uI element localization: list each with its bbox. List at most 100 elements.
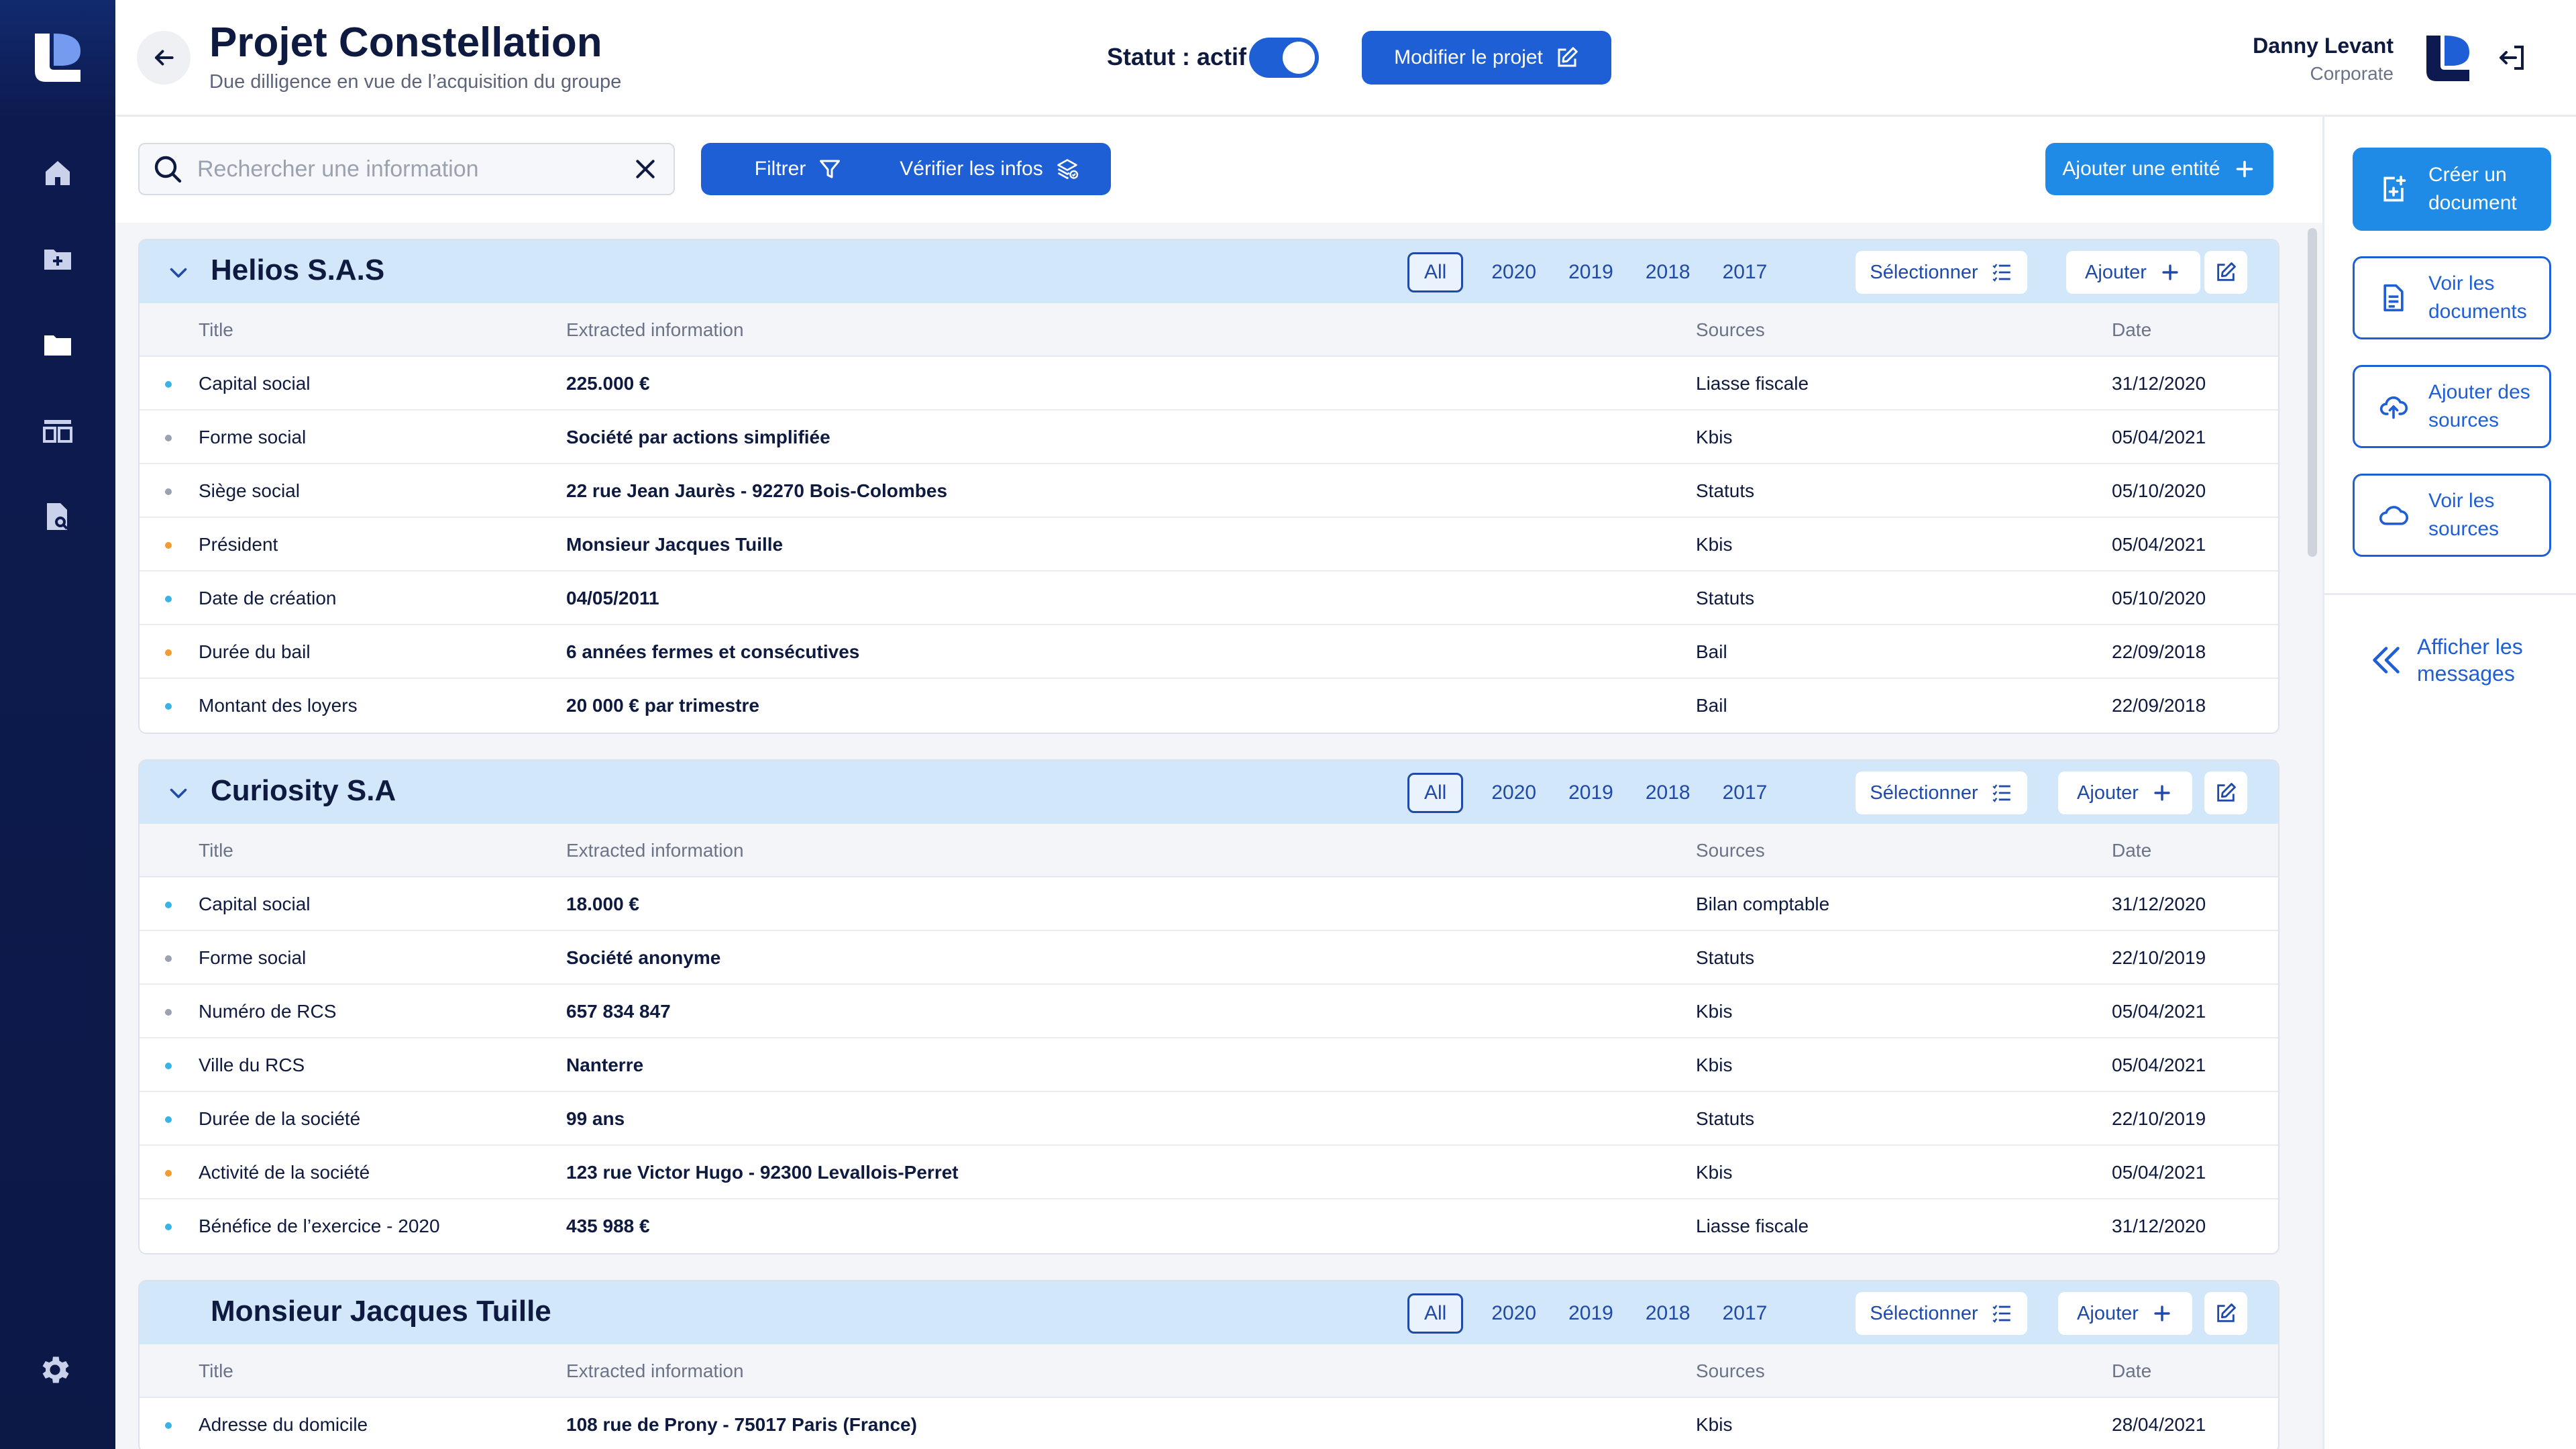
year-tab[interactable]: All (1407, 773, 1464, 813)
edit-project-button[interactable]: Modifier le projet (1362, 31, 1611, 85)
table-row[interactable]: Forme social Société par actions simplif… (140, 411, 2278, 464)
view-sources-label: Voir les sources (2428, 490, 2500, 540)
row-date: 31/12/2020 (2112, 373, 2206, 394)
table-row[interactable]: Capital social 225.000 € Liasse fiscale … (140, 357, 2278, 411)
status-dot (165, 703, 172, 710)
create-document-button[interactable]: Créer un document (2353, 148, 2551, 231)
row-source: Statuts (1696, 480, 1755, 501)
row-source: Kbis (1696, 1055, 1733, 1075)
select-button[interactable]: Sélectionner (1856, 251, 2027, 294)
select-button[interactable]: Sélectionner (1856, 1292, 2027, 1335)
year-tab[interactable]: 2019 (1552, 1293, 1629, 1334)
close-icon[interactable] (632, 156, 659, 182)
year-tab[interactable]: All (1407, 1293, 1464, 1334)
add-label: Ajouter (2077, 1302, 2139, 1324)
main-content[interactable]: Helios S.A.S All 2020 2019 2018 2017 Sélecti… (115, 223, 2322, 1449)
select-button[interactable]: Sélectionner (1856, 771, 2027, 814)
layers-check-icon (1057, 159, 1078, 180)
edit-entity-button[interactable] (2204, 1292, 2247, 1335)
entity-section: Monsieur Jacques Tuille All 2020 2019 2018 2… (138, 1280, 2279, 1449)
plus-icon (2154, 1305, 2170, 1322)
add-entity-button[interactable]: Ajouter une entité (2045, 143, 2273, 195)
filter-button[interactable]: Filtrer (701, 143, 896, 195)
back-button[interactable] (137, 31, 191, 85)
add-button[interactable]: Ajouter (2058, 1292, 2192, 1335)
table-row[interactable]: Forme social Société anonyme Statuts 22/… (140, 931, 2278, 985)
status-dot (165, 381, 172, 388)
year-tab[interactable]: 2019 (1552, 252, 1629, 292)
create-document-label: Créer un document (2428, 164, 2517, 214)
add-sources-button[interactable]: Ajouter des sources (2353, 365, 2551, 448)
home-icon[interactable] (38, 153, 78, 193)
settings-icon[interactable] (38, 1352, 78, 1393)
status-dot (165, 955, 172, 962)
add-label: Ajouter (2085, 261, 2147, 283)
row-info: 123 rue Victor Hugo - 92300 Levallois-Pe… (566, 1162, 959, 1183)
row-title: Forme social (199, 427, 307, 447)
cloud-icon (2379, 506, 2408, 525)
document-search-icon[interactable] (38, 496, 78, 537)
year-tab[interactable]: 2017 (1707, 1293, 1784, 1334)
column-header-sources: Sources (1696, 840, 1765, 861)
chevron-down-icon[interactable] (166, 260, 191, 284)
year-tab[interactable]: All (1407, 252, 1464, 292)
table-row[interactable]: Président Monsieur Jacques Tuille Kbis 0… (140, 518, 2278, 572)
status-toggle[interactable] (1249, 38, 1319, 78)
document-icon (2383, 284, 2404, 312)
logout-icon (2500, 46, 2524, 70)
edit-entity-button[interactable] (2204, 251, 2247, 294)
verify-info-button[interactable]: Vérifier les infos (868, 143, 1111, 195)
folder-icon[interactable] (38, 325, 78, 365)
column-header-sources: Sources (1696, 319, 1765, 340)
row-title: Durée de la société (199, 1108, 361, 1129)
column-header-sources: Sources (1696, 1360, 1765, 1381)
row-info: Société par actions simplifiée (566, 427, 830, 447)
row-source: Bail (1696, 641, 1727, 662)
table-row[interactable]: Date de création 04/05/2011 Statuts 05/1… (140, 572, 2278, 625)
table-row[interactable]: Capital social 18.000 € Bilan comptable … (140, 877, 2278, 931)
table-row[interactable]: Montant des loyers 20 000 € par trimestr… (140, 679, 2278, 733)
search-input[interactable] (197, 156, 632, 182)
year-tab[interactable]: 2018 (1629, 252, 1707, 292)
layout-icon[interactable] (38, 411, 78, 451)
year-tab[interactable]: 2017 (1707, 252, 1784, 292)
add-button[interactable]: Ajouter (2058, 771, 2192, 814)
table-row[interactable]: Activité de la société 123 rue Victor Hu… (140, 1146, 2278, 1199)
row-date: 28/04/2021 (2112, 1414, 2206, 1435)
table-row[interactable]: Bénéfice de l’exercice - 2020 435 988 € … (140, 1199, 2278, 1253)
add-button[interactable]: Ajouter (2066, 251, 2200, 294)
year-tab[interactable]: 2020 (1475, 1293, 1552, 1334)
table-row[interactable]: Siège social 22 rue Jean Jaurès - 92270 … (140, 464, 2278, 518)
view-sources-button[interactable]: Voir les sources (2353, 474, 2551, 557)
chevron-down-icon[interactable] (166, 781, 191, 805)
year-tab[interactable]: 2019 (1552, 773, 1629, 813)
logout-button[interactable] (2493, 39, 2530, 76)
year-tab[interactable]: 2020 (1475, 773, 1552, 813)
table-row[interactable]: Durée du bail 6 années fermes et consécu… (140, 625, 2278, 679)
row-title: Durée du bail (199, 641, 311, 662)
year-tab[interactable]: 2018 (1629, 1293, 1707, 1334)
app-logo[interactable] (32, 31, 83, 85)
scrollbar[interactable] (2308, 228, 2317, 557)
status-dot (165, 649, 172, 656)
row-title: Date de création (199, 588, 337, 608)
row-info: 99 ans (566, 1108, 625, 1129)
plus-icon (2154, 785, 2170, 801)
edit-entity-button[interactable] (2204, 771, 2247, 814)
table-row[interactable]: Ville du RCS Nanterre Kbis 05/04/2021 (140, 1038, 2278, 1092)
view-documents-button[interactable]: Voir les documents (2353, 256, 2551, 339)
row-info: 20 000 € par trimestre (566, 695, 759, 716)
row-title: Numéro de RCS (199, 1001, 337, 1022)
company-logo (2426, 36, 2469, 81)
table-row[interactable]: Adresse du domicile 108 rue de Prony - 7… (140, 1398, 2278, 1449)
folder-add-icon[interactable] (38, 239, 78, 279)
year-tab[interactable]: 2018 (1629, 773, 1707, 813)
chevron-double-left-icon (2373, 647, 2400, 674)
year-tab[interactable]: 2017 (1707, 773, 1784, 813)
show-messages-button[interactable]: Afficher les messages (2366, 633, 2565, 687)
year-tab[interactable]: 2020 (1475, 252, 1552, 292)
table-row[interactable]: Durée de la société 99 ans Statuts 22/10… (140, 1092, 2278, 1146)
column-header-title: Title (199, 1360, 233, 1381)
row-title: Capital social (199, 373, 311, 394)
table-row[interactable]: Numéro de RCS 657 834 847 Kbis 05/04/202… (140, 985, 2278, 1038)
